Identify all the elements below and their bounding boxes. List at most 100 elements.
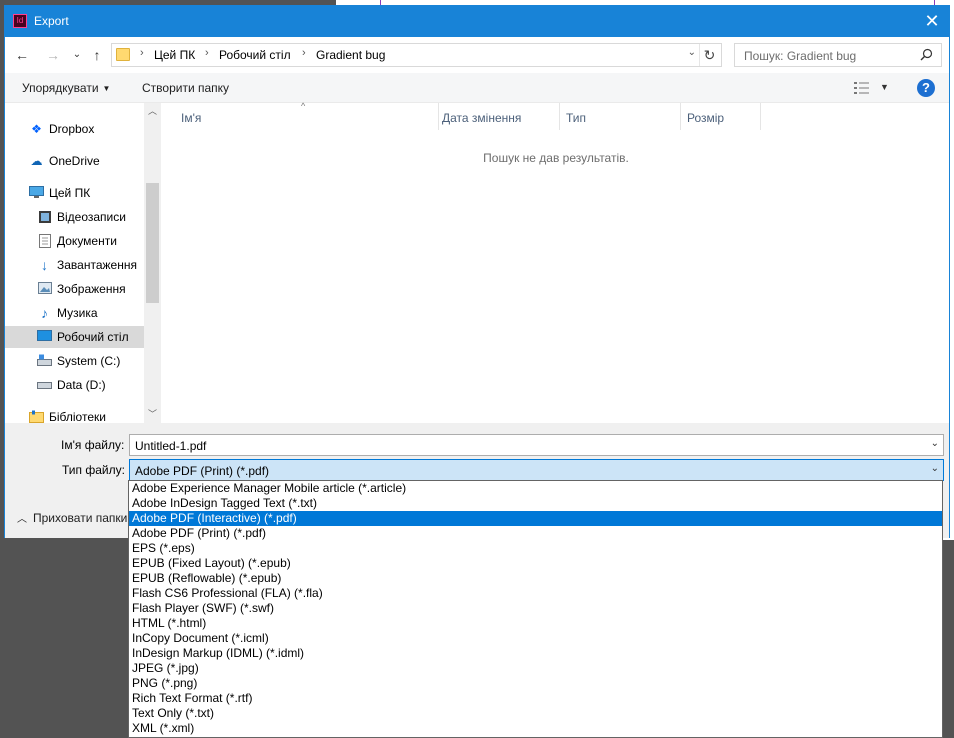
title-bar[interactable]: Id Export ✕ — [5, 6, 949, 37]
folder-icon — [116, 48, 130, 61]
sidebar-item-documents[interactable]: Документи — [5, 230, 144, 252]
filename-label: Ім'я файлу: — [61, 438, 125, 452]
sidebar-item-downloads[interactable]: ↓ Завантаження — [5, 254, 144, 276]
sort-ascending-icon: ^ — [301, 101, 306, 111]
filetype-option-png[interactable]: PNG (*.png) — [129, 676, 942, 691]
navigation-bar: ← → ⌄ ↑ › Цей ПК › Робочий стіл › Gradie… — [5, 37, 949, 73]
scroll-down-icon[interactable]: ﹀ — [144, 406, 161, 423]
breadcrumb-separator: › — [302, 47, 306, 59]
scroll-up-icon[interactable]: ︿ — [144, 103, 161, 120]
filetype-option-article[interactable]: Adobe Experience Manager Mobile article … — [129, 481, 942, 496]
filetype-option-tagged-text[interactable]: Adobe InDesign Tagged Text (*.txt) — [129, 496, 942, 511]
column-header-name[interactable]: Ім'я ^ — [161, 101, 439, 130]
sidebar-item-label: OneDrive — [49, 154, 100, 168]
column-header-type[interactable]: Тип — [560, 103, 681, 130]
breadcrumb-gradient-bug[interactable]: Gradient bug — [316, 48, 385, 62]
organize-button[interactable]: Упорядкувати ▼ — [22, 81, 110, 95]
filetype-option-xml[interactable]: XML (*.xml) — [129, 721, 942, 736]
address-dropdown-icon[interactable]: ⌄ — [688, 47, 696, 58]
filetype-option-rtf[interactable]: Rich Text Format (*.rtf) — [129, 691, 942, 706]
scrollbar-thumb[interactable] — [146, 183, 159, 303]
filetype-option-text-only[interactable]: Text Only (*.txt) — [129, 706, 942, 721]
computer-icon — [29, 186, 44, 200]
filetype-option-html[interactable]: HTML (*.html) — [129, 616, 942, 631]
documents-icon — [37, 234, 52, 248]
file-list: Ім'я ^ Дата змінення Тип Розмір Пошук не… — [161, 101, 949, 423]
filetype-option-fla[interactable]: Flash CS6 Professional (FLA) (*.fla) — [129, 586, 942, 601]
column-header-label: Тип — [566, 111, 587, 125]
column-header-label: Ім'я — [181, 111, 202, 125]
sidebar-item-label: Завантаження — [57, 258, 137, 272]
sidebar-item-label: Цей ПК — [49, 186, 91, 200]
chevron-down-icon[interactable]: ⌄ — [931, 463, 939, 474]
address-bar[interactable]: › Цей ПК › Робочий стіл › Gradient bug ⌄… — [111, 43, 722, 67]
breadcrumb-separator: › — [140, 47, 144, 59]
filetype-value: Adobe PDF (Print) (*.pdf) — [135, 464, 270, 478]
view-options-icon[interactable] — [853, 81, 871, 95]
breadcrumb-this-pc[interactable]: Цей ПК — [154, 48, 195, 62]
hide-folders-label: Приховати папки — [33, 511, 128, 525]
filetype-option-eps[interactable]: EPS (*.eps) — [129, 541, 942, 556]
downloads-icon: ↓ — [41, 257, 48, 273]
sidebar-item-label: Відеозаписи — [57, 210, 126, 224]
sidebar-item-pictures[interactable]: Зображення — [5, 278, 144, 300]
sidebar-item-desktop[interactable]: Робочий стіл — [5, 326, 144, 348]
filetype-label: Тип файлу: — [62, 463, 125, 477]
new-folder-button[interactable]: Створити папку — [142, 81, 229, 95]
sidebar-item-label: Data (D:) — [57, 378, 106, 392]
filetype-option-epub-reflowable[interactable]: EPUB (Reflowable) (*.epub) — [129, 571, 942, 586]
sidebar-item-onedrive[interactable]: ☁ OneDrive — [5, 150, 144, 172]
sidebar-item-music[interactable]: ♪ Музика — [5, 302, 144, 324]
filetype-option-epub-fixed[interactable]: EPUB (Fixed Layout) (*.epub) — [129, 556, 942, 571]
up-button[interactable]: ↑ — [88, 46, 106, 64]
sidebar-scrollbar[interactable]: ︿ ﹀ — [144, 103, 161, 423]
filetype-option-pdf-print[interactable]: Adobe PDF (Print) (*.pdf) — [129, 526, 942, 541]
filetype-option-idml[interactable]: InDesign Markup (IDML) (*.idml) — [129, 646, 942, 661]
navigation-pane: ❖ Dropbox ☁ OneDrive Цей ПК Відеозаписи … — [5, 103, 161, 424]
videos-icon — [37, 210, 52, 224]
filetype-option-swf[interactable]: Flash Player (SWF) (*.swf) — [129, 601, 942, 616]
sidebar-item-label: System (C:) — [57, 354, 121, 368]
pictures-icon — [37, 282, 52, 296]
filetype-option-icml[interactable]: InCopy Document (*.icml) — [129, 631, 942, 646]
sidebar-item-label: Бібліотеки — [49, 410, 106, 424]
filename-field[interactable]: Untitled-1.pdf ⌄ — [129, 434, 944, 456]
sidebar-item-label: Музика — [57, 306, 98, 320]
sidebar-item-dropbox[interactable]: ❖ Dropbox — [5, 118, 144, 140]
sidebar-item-drive-c[interactable]: System (C:) — [5, 350, 144, 372]
help-icon[interactable]: ? — [917, 79, 935, 97]
sidebar-item-label: Робочий стіл — [57, 330, 129, 344]
chevron-down-icon[interactable]: ⌄ — [931, 438, 939, 449]
sidebar-item-videos[interactable]: Відеозаписи — [5, 206, 144, 228]
filename-input[interactable]: Untitled-1.pdf — [135, 439, 206, 453]
desktop-icon — [37, 330, 52, 344]
sidebar-item-drive-d[interactable]: Data (D:) — [5, 374, 144, 396]
indesign-app-icon: Id — [13, 14, 27, 28]
filetype-option-pdf-interactive[interactable]: Adobe PDF (Interactive) (*.pdf) — [129, 511, 942, 526]
drive-d-icon — [37, 378, 52, 392]
breadcrumb-desktop[interactable]: Робочий стіл — [219, 48, 291, 62]
search-input[interactable]: Пошук: Gradient bug — [744, 49, 856, 63]
search-icon — [920, 48, 933, 61]
caret-down-icon: ▼ — [102, 84, 111, 93]
window-title: Export — [34, 14, 69, 28]
filetype-option-jpeg[interactable]: JPEG (*.jpg) — [129, 661, 942, 676]
back-button[interactable]: ← — [13, 46, 31, 64]
filetype-select[interactable]: Adobe PDF (Print) (*.pdf) ⌄ — [129, 459, 944, 481]
sidebar-item-label: Зображення — [57, 282, 126, 296]
column-header-date[interactable]: Дата змінення — [439, 103, 560, 130]
column-header-label: Дата змінення — [442, 111, 522, 125]
filetype-dropdown-list: Adobe Experience Manager Mobile article … — [128, 480, 943, 738]
column-header-size[interactable]: Розмір — [681, 103, 761, 130]
recent-locations-button[interactable]: ⌄ — [68, 46, 86, 64]
sidebar-item-label: Документи — [57, 234, 117, 248]
sidebar-item-this-pc[interactable]: Цей ПК — [5, 182, 144, 204]
refresh-button[interactable]: ↻ — [699, 44, 719, 66]
search-box[interactable]: Пошук: Gradient bug — [734, 43, 942, 67]
export-dialog: Id Export ✕ ← → ⌄ ↑ › Цей ПК › Робочий с… — [4, 5, 950, 538]
view-dropdown-icon[interactable]: ▼ — [880, 82, 889, 92]
column-header-label: Розмір — [687, 111, 725, 125]
hide-folders-button[interactable]: ︿ Приховати папки — [17, 510, 127, 525]
forward-button[interactable]: → — [44, 46, 62, 64]
close-button[interactable]: ✕ — [915, 6, 949, 37]
